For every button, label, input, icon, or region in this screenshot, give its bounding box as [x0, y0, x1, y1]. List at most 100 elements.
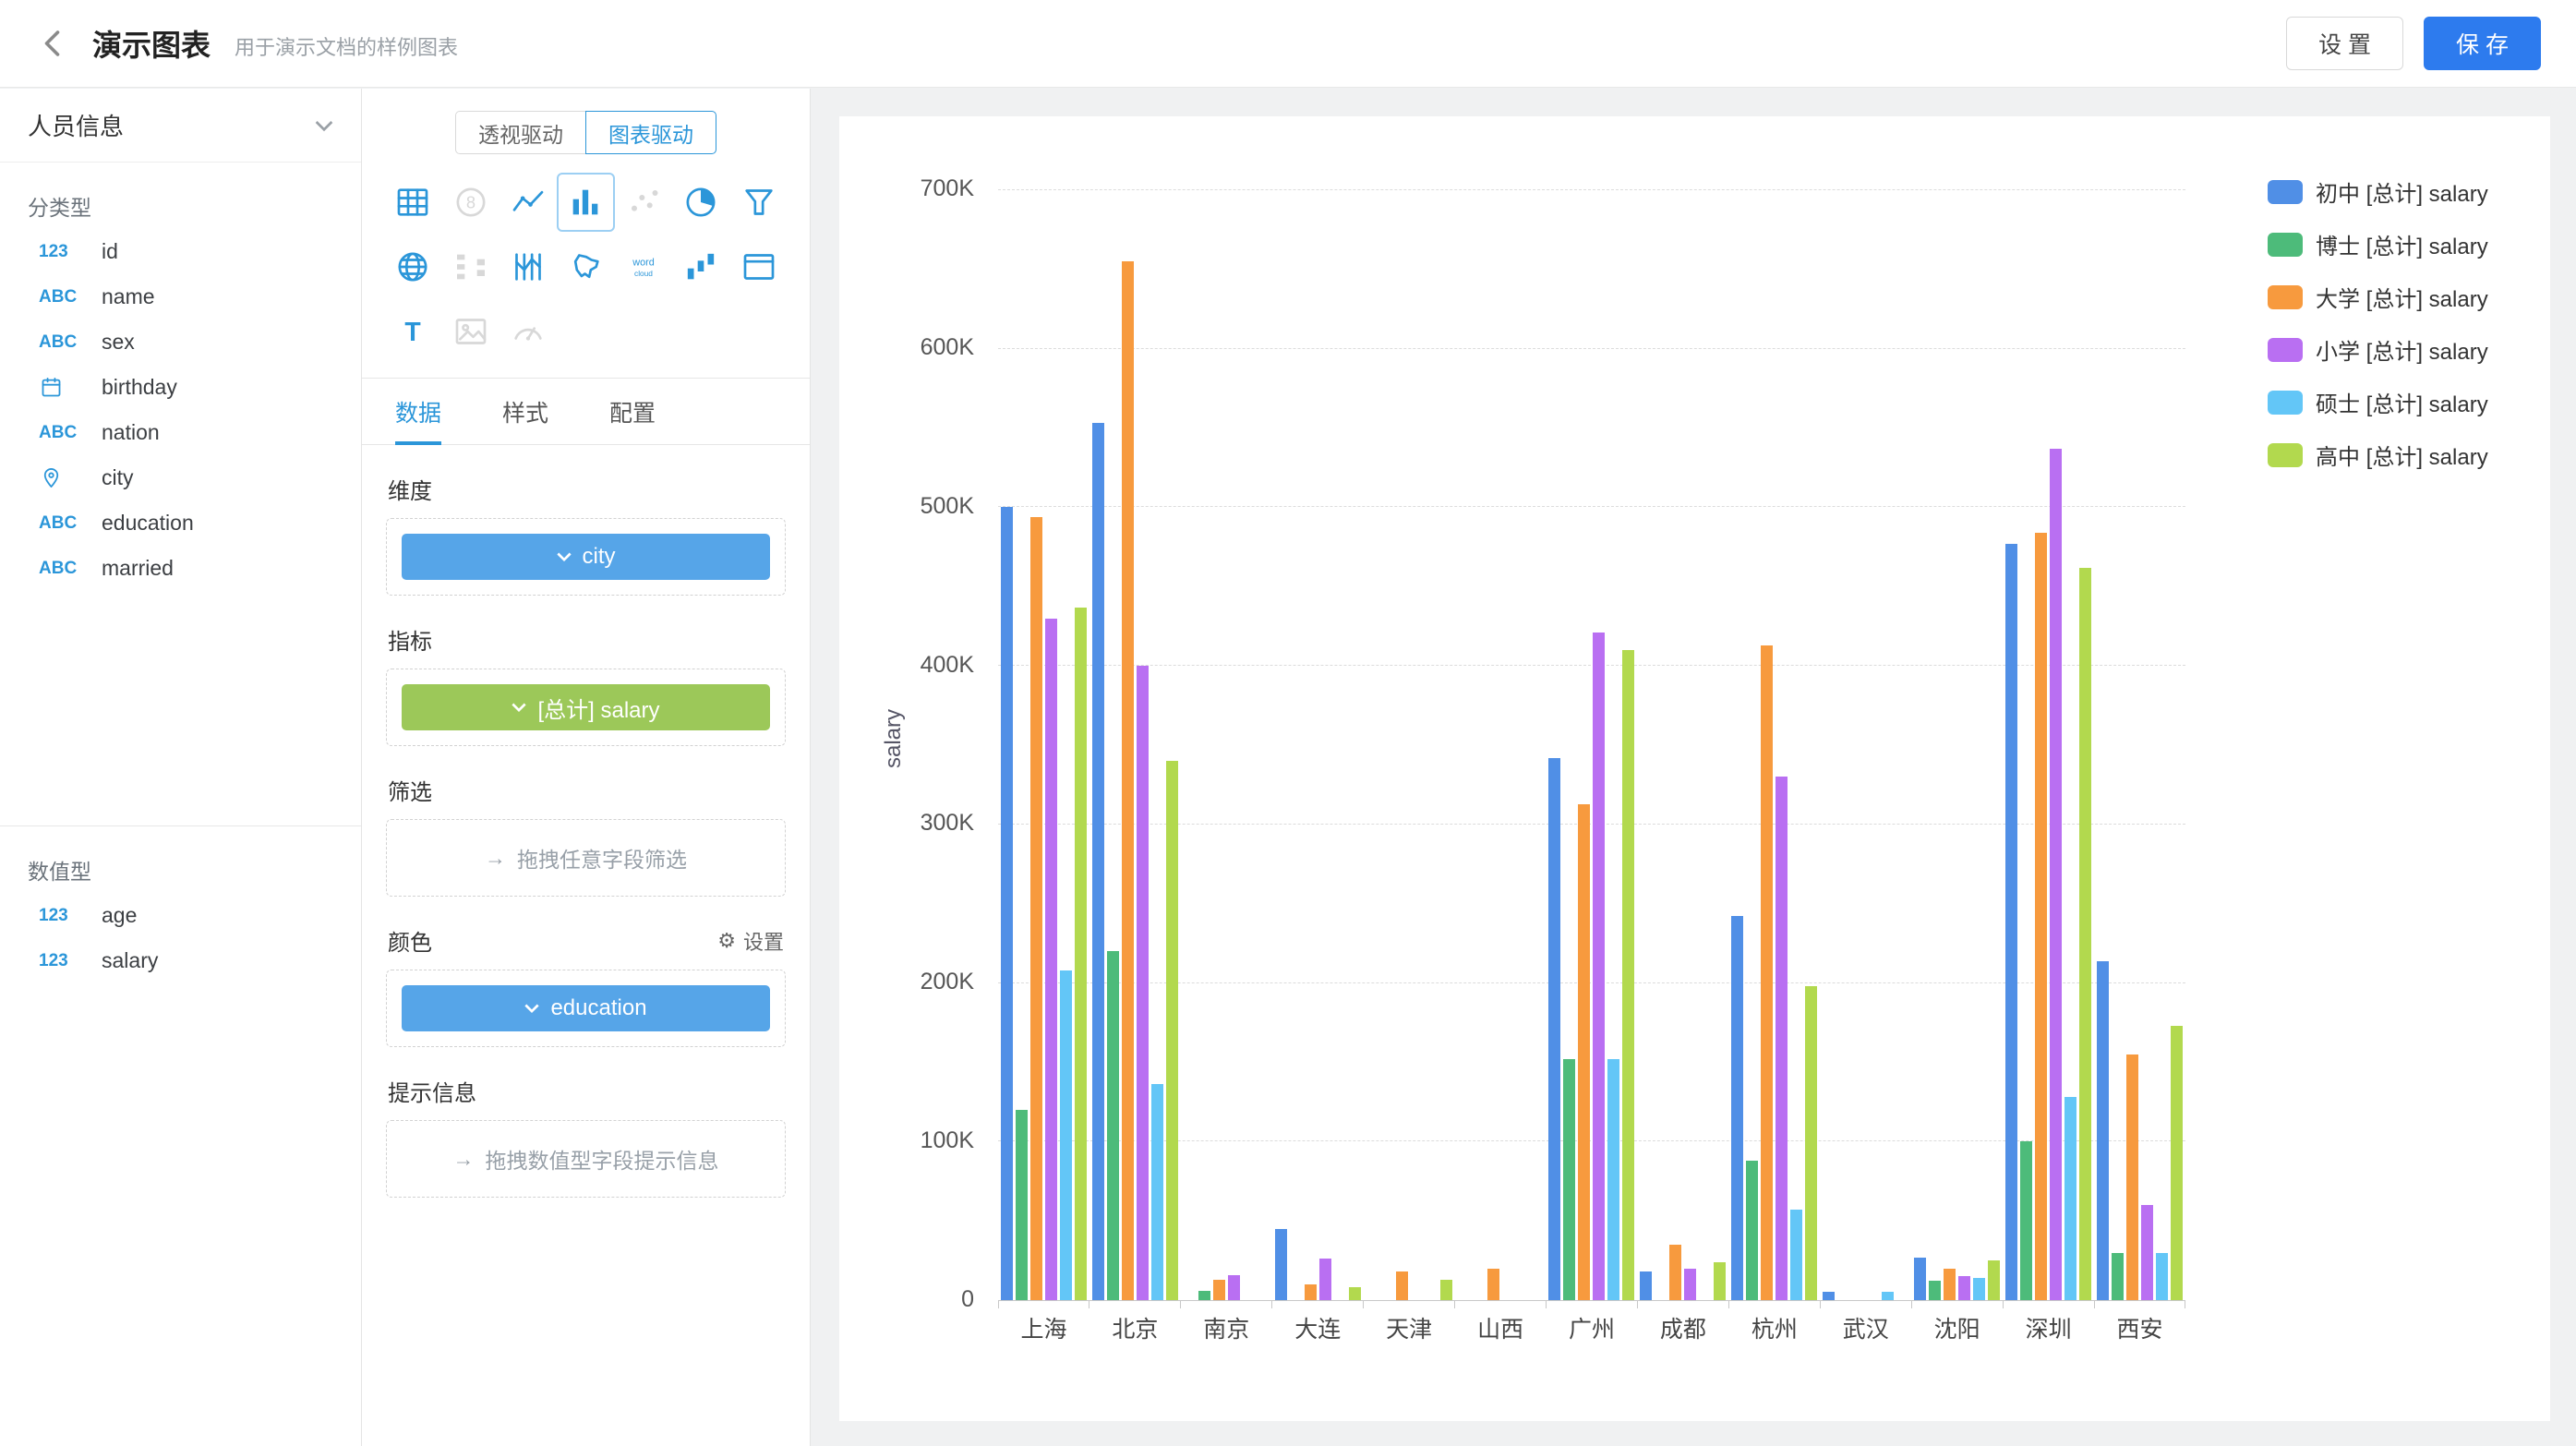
- wordcloud-chart-icon[interactable]: wordcloud: [615, 237, 672, 296]
- tooltip-dropzone[interactable]: → 拖拽数值型字段提示信息: [386, 1120, 786, 1198]
- filter-dropzone[interactable]: → 拖拽任意字段筛选: [386, 819, 786, 897]
- field-item-married[interactable]: ABCmarried: [0, 546, 361, 591]
- parallel-chart-icon[interactable]: [500, 237, 557, 296]
- mode-tabs: 透视驱动图表驱动: [362, 89, 810, 162]
- field-item-name[interactable]: ABCname: [0, 274, 361, 319]
- funnel-chart-icon[interactable]: [730, 173, 788, 232]
- data-source-selector[interactable]: 人员信息: [0, 89, 361, 163]
- legend-label: 高中 [总计] salary: [2316, 439, 2488, 471]
- map-chart-icon[interactable]: [557, 237, 614, 296]
- chart-legend: 初中 [总计] salary 博士 [总计] salary 大学 [总计] sala…: [2268, 175, 2488, 471]
- legend-item[interactable]: 小学 [总计] salary: [2268, 333, 2488, 366]
- tab-样式[interactable]: 样式: [502, 379, 548, 445]
- back-button[interactable]: [35, 25, 72, 62]
- legend-label: 硕士 [总计] salary: [2316, 386, 2488, 418]
- bar: [1823, 1292, 1835, 1300]
- chart-card: salary 0100K200K300K400K500K600K700K 上海北…: [839, 116, 2550, 1421]
- sidebar-divider: [0, 825, 361, 826]
- bar: [1761, 645, 1773, 1300]
- metric-pill-salary[interactable]: [总计] salary: [402, 684, 770, 730]
- sankey-chart-icon: [441, 237, 499, 296]
- dimension-label-text: 维度: [388, 473, 432, 505]
- waterfall-chart-icon[interactable]: [672, 237, 729, 296]
- bar-group-上海: 上海: [998, 190, 1089, 1300]
- mode-tab-chart[interactable]: 图表驱动: [585, 111, 716, 154]
- pill-label: education: [550, 995, 646, 1021]
- field-item-sex[interactable]: ABCsex: [0, 319, 361, 365]
- pill-label: city: [583, 544, 616, 570]
- tooltip-label-text: 提示信息: [388, 1075, 476, 1107]
- legend-label: 大学 [总计] salary: [2316, 281, 2488, 313]
- filter-label: 筛选: [388, 774, 784, 806]
- color-pill-education[interactable]: education: [402, 985, 770, 1031]
- bar: [2171, 1026, 2183, 1300]
- legend-item[interactable]: 高中 [总计] salary: [2268, 439, 2488, 471]
- chevron-left-icon: [37, 27, 70, 60]
- bar-group-沈阳: 沈阳: [1911, 190, 2003, 1300]
- bar: [1001, 507, 1013, 1300]
- chevron-down-icon: [524, 1004, 539, 1014]
- bar: [1275, 1229, 1287, 1300]
- tab-配置[interactable]: 配置: [609, 379, 656, 445]
- bar: [1790, 1210, 1802, 1300]
- dimension-dropzone[interactable]: city: [386, 518, 786, 596]
- legend-item[interactable]: 博士 [总计] salary: [2268, 228, 2488, 260]
- legend-item[interactable]: 硕士 [总计] salary: [2268, 386, 2488, 418]
- tab-数据[interactable]: 数据: [395, 379, 441, 445]
- line-chart-icon[interactable]: [500, 173, 557, 232]
- save-button[interactable]: 保 存: [2424, 17, 2541, 70]
- field-name: salary: [102, 948, 158, 973]
- field-item-education[interactable]: ABCeducation: [0, 500, 361, 546]
- bar: [1548, 758, 1560, 1300]
- settings-button[interactable]: 设 置: [2286, 17, 2403, 70]
- dimension-label: 维度: [388, 473, 784, 505]
- bar: [2005, 544, 2017, 1300]
- field-name: age: [102, 903, 137, 928]
- bar: [2020, 1141, 2032, 1300]
- bar-group-武汉: 武汉: [1820, 190, 1911, 1300]
- bar: [1107, 951, 1119, 1300]
- color-settings-link[interactable]: ⚙ 设置: [717, 926, 784, 956]
- field-item-nation[interactable]: ABC nation: [0, 410, 361, 455]
- field-name: nation: [102, 420, 160, 445]
- field-item-age[interactable]: 123age: [0, 893, 361, 938]
- plot-area: 上海北京南京大连天津山西广州成都杭州武汉沈阳深圳西安: [998, 190, 2185, 1301]
- table-chart-icon[interactable]: [384, 173, 441, 232]
- bar: [1684, 1269, 1696, 1300]
- config-panel: 透视驱动图表驱动 8wordcloudT 数据样式配置 维度 city 指标: [362, 89, 811, 1446]
- y-axis-ticks: 0100K200K300K400K500K600K700K: [839, 190, 974, 1301]
- bar-group-广州: 广州: [1547, 190, 1638, 1300]
- scorecard-chart-icon: 8: [441, 173, 499, 232]
- legend-swatch: [2268, 338, 2303, 362]
- legend-item[interactable]: 大学 [总计] salary: [2268, 281, 2488, 313]
- text-chart-icon[interactable]: T: [384, 302, 441, 361]
- bar: [1640, 1271, 1652, 1300]
- number-type-icon: 123: [39, 951, 87, 971]
- bar: [1016, 1110, 1028, 1300]
- radar-chart-icon[interactable]: [384, 237, 441, 296]
- iframe-chart-icon[interactable]: [730, 237, 788, 296]
- bar: [1988, 1260, 2000, 1300]
- color-dropzone[interactable]: education: [386, 970, 786, 1047]
- field-item-city[interactable]: city: [0, 455, 361, 500]
- mode-tab-pivot[interactable]: 透视驱动: [455, 111, 586, 154]
- field-name: id: [102, 239, 118, 264]
- x-axis-label: 西安: [2085, 1311, 2195, 1344]
- metric-dropzone[interactable]: [总计] salary: [386, 669, 786, 746]
- field-item-salary[interactable]: 123 salary: [0, 938, 361, 983]
- dimension-pill-city[interactable]: city: [402, 534, 770, 580]
- bar-chart-icon[interactable]: [557, 173, 614, 232]
- field-name: city: [102, 465, 134, 490]
- field-item-birthday[interactable]: birthday: [0, 365, 361, 410]
- legend-item[interactable]: 初中 [总计] salary: [2268, 175, 2488, 208]
- chevron-down-icon: [315, 111, 333, 139]
- field-item-id[interactable]: 123id: [0, 229, 361, 274]
- scatter-chart-icon: [615, 173, 672, 232]
- y-tick-label: 0: [839, 1286, 974, 1313]
- string-type-icon: ABC: [39, 423, 87, 443]
- svg-text:8: 8: [466, 193, 475, 212]
- bar: [1487, 1269, 1499, 1300]
- field-section-label: 分类型: [0, 190, 361, 222]
- pie-chart-icon[interactable]: [672, 173, 729, 232]
- string-type-icon: ABC: [39, 332, 87, 353]
